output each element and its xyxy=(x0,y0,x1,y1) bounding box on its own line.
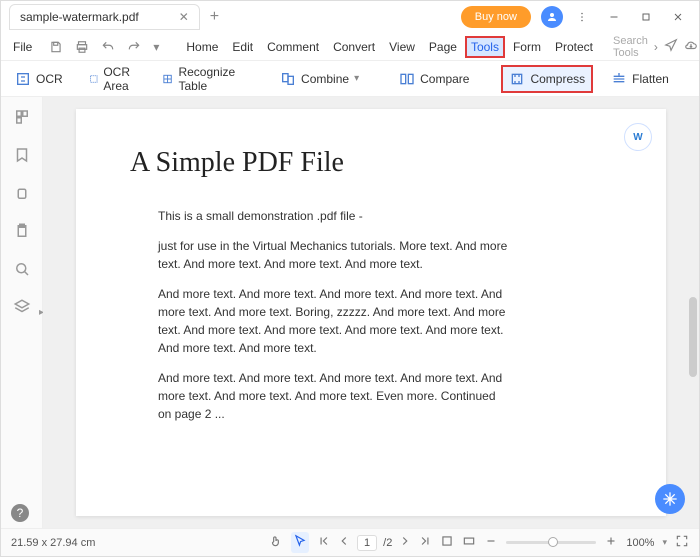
undo-icon[interactable] xyxy=(98,40,118,54)
new-tab-button[interactable]: + xyxy=(210,8,219,26)
print-icon[interactable] xyxy=(72,40,92,54)
combine-tool[interactable]: Combine ▾ xyxy=(274,67,365,91)
last-page-icon[interactable] xyxy=(418,534,432,551)
ocr-icon xyxy=(15,71,31,87)
document-paragraph: And more text. And more text. And more t… xyxy=(130,285,510,357)
bookmarks-panel-icon[interactable] xyxy=(12,145,32,165)
select-tool-icon[interactable] xyxy=(291,532,309,553)
close-window-button[interactable] xyxy=(665,4,691,30)
zoom-out-icon[interactable] xyxy=(484,534,498,551)
recognize-table-tool[interactable]: Recognize Table xyxy=(156,61,246,97)
compress-tool[interactable]: Compress xyxy=(503,67,591,91)
menu-convert[interactable]: Convert xyxy=(329,38,379,56)
chevron-down-icon: ▾ xyxy=(354,73,359,84)
title-bar: sample-watermark.pdf ✕ + Buy now xyxy=(1,1,699,33)
document-paragraph: just for use in the Virtual Mechanics tu… xyxy=(130,237,510,273)
ocr-tool[interactable]: OCR xyxy=(9,67,69,91)
help-button[interactable]: ? xyxy=(11,504,29,522)
page-total: /2 xyxy=(383,537,392,549)
ocr-area-tool[interactable]: OCR Area xyxy=(83,61,143,97)
next-page-icon[interactable] xyxy=(398,534,412,551)
user-icon xyxy=(546,11,558,23)
menu-home[interactable]: Home xyxy=(182,38,222,56)
thumbnails-panel-icon[interactable] xyxy=(12,107,32,127)
vertical-scrollbar[interactable] xyxy=(689,297,697,377)
save-icon[interactable] xyxy=(46,40,66,54)
fit-page-icon[interactable] xyxy=(440,534,454,551)
assistant-fab[interactable] xyxy=(655,484,685,514)
fit-width-icon[interactable] xyxy=(462,534,476,551)
ocr-area-icon xyxy=(89,71,99,87)
buy-now-button[interactable]: Buy now xyxy=(461,6,531,28)
close-tab-icon[interactable]: ✕ xyxy=(179,10,189,24)
file-menu[interactable]: File xyxy=(9,38,36,56)
compare-icon xyxy=(399,71,415,87)
page-navigation: 1 /2 xyxy=(317,534,432,551)
menu-view[interactable]: View xyxy=(385,38,419,56)
clipboard-panel-icon[interactable] xyxy=(12,221,32,241)
left-sidebar: ▸ xyxy=(1,97,43,528)
zoom-value[interactable]: 100% xyxy=(626,537,654,549)
zoom-in-icon[interactable] xyxy=(604,534,618,551)
table-icon xyxy=(162,71,173,87)
pdf-page: W A Simple PDF File This is a small demo… xyxy=(76,109,666,516)
menu-form[interactable]: Form xyxy=(509,38,545,56)
zoom-slider[interactable] xyxy=(506,541,596,544)
page-dimensions: 21.59 x 27.94 cm xyxy=(11,537,95,549)
menu-edit[interactable]: Edit xyxy=(228,38,257,56)
document-viewport[interactable]: W A Simple PDF File This is a small demo… xyxy=(43,97,699,528)
layers-panel-icon[interactable] xyxy=(12,297,32,317)
fullscreen-icon[interactable] xyxy=(675,534,689,551)
document-tab[interactable]: sample-watermark.pdf ✕ xyxy=(9,4,200,30)
prev-page-icon[interactable] xyxy=(337,534,351,551)
search-panel-icon[interactable] xyxy=(12,259,32,279)
menu-protect[interactable]: Protect xyxy=(551,38,597,56)
tab-title: sample-watermark.pdf xyxy=(20,10,139,24)
status-bar: 21.59 x 27.94 cm 1 /2 100% ▾ xyxy=(1,528,699,556)
user-avatar[interactable] xyxy=(541,6,563,28)
page-current-input[interactable]: 1 xyxy=(357,535,377,551)
minimize-button[interactable] xyxy=(601,4,627,30)
redo-icon[interactable] xyxy=(124,40,144,54)
compress-icon xyxy=(509,71,525,87)
attachments-panel-icon[interactable] xyxy=(12,183,32,203)
word-export-badge[interactable]: W xyxy=(624,123,652,151)
document-paragraph: This is a small demonstration .pdf file … xyxy=(130,207,510,225)
send-icon[interactable] xyxy=(664,38,678,55)
cloud-icon[interactable] xyxy=(684,38,698,55)
snowflake-icon xyxy=(662,491,678,507)
zoom-slider-knob[interactable] xyxy=(548,537,558,547)
first-page-icon[interactable] xyxy=(317,534,331,551)
document-title: A Simple PDF File xyxy=(130,147,612,179)
compare-tool[interactable]: Compare xyxy=(393,67,475,91)
search-tools[interactable]: Search Tools xyxy=(609,35,648,59)
flatten-tool[interactable]: Flatten xyxy=(605,67,675,91)
menu-bar: File ▾ Home Edit Comment Convert View Pa… xyxy=(1,33,699,61)
maximize-button[interactable] xyxy=(633,4,659,30)
kebab-menu[interactable] xyxy=(569,4,595,30)
combine-icon xyxy=(280,71,296,87)
flatten-icon xyxy=(611,71,627,87)
menu-page[interactable]: Page xyxy=(425,38,461,56)
menu-comment[interactable]: Comment xyxy=(263,38,323,56)
hand-tool-icon[interactable] xyxy=(269,534,283,551)
document-paragraph: And more text. And more text. And more t… xyxy=(130,369,510,423)
menu-tools[interactable]: Tools xyxy=(467,38,503,56)
tools-toolbar: OCR OCR Area Recognize Table Combine ▾ C… xyxy=(1,61,699,97)
main-area: ▸ W A Simple PDF File This is a small de… xyxy=(1,97,699,528)
dropdown-icon[interactable]: ▾ xyxy=(150,40,162,54)
